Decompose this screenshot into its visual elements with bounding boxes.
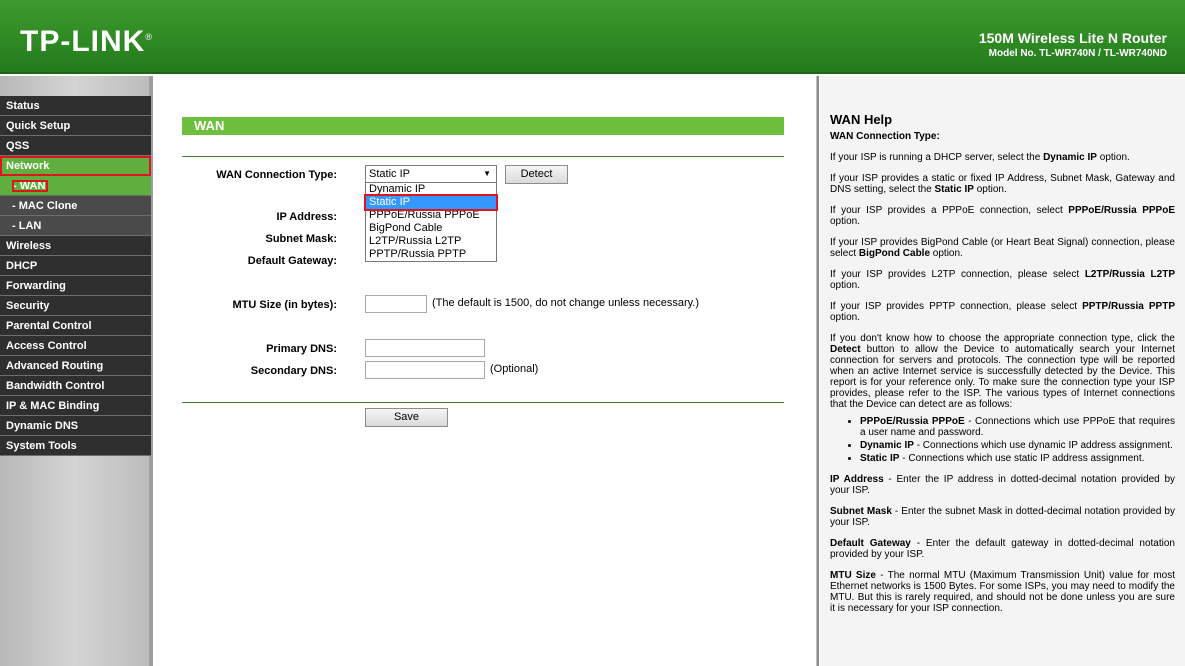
product-info: 150M Wireless Lite N Router Model No. TL… bbox=[979, 30, 1167, 59]
optional-note: (Optional) bbox=[490, 363, 539, 375]
wan-type-dropdown: Dynamic IP Static IP PPPoE/Russia PPPoE … bbox=[364, 182, 498, 262]
help-paragraph: If your ISP is running a DHCP server, se… bbox=[830, 152, 1130, 163]
menu-item-advanced-routing[interactable]: Advanced Routing bbox=[0, 356, 151, 376]
menu-item-wan-label: - WAN bbox=[12, 180, 49, 192]
header-banner: TP-LINK® 150M Wireless Lite N Router Mod… bbox=[0, 0, 1185, 74]
help-panel: WAN Help WAN Connection Type: If your IS… bbox=[820, 76, 1185, 666]
option-dynamic-ip[interactable]: Dynamic IP bbox=[366, 183, 496, 196]
mtu-size-input[interactable] bbox=[365, 295, 427, 313]
help-subtitle: WAN Connection Type: bbox=[830, 131, 940, 142]
primary-dns-input[interactable] bbox=[365, 339, 485, 357]
menu-item-forwarding[interactable]: Forwarding bbox=[0, 276, 151, 296]
ip-address-label: IP Address: bbox=[276, 211, 337, 223]
detect-button[interactable]: Detect bbox=[505, 165, 568, 184]
menu-item-bandwidth-control[interactable]: Bandwidth Control bbox=[0, 376, 151, 396]
subnet-mask-label: Subnet Mask: bbox=[265, 233, 337, 245]
menu-item-wireless[interactable]: Wireless bbox=[0, 236, 151, 256]
help-paragraph: MTU Size - The normal MTU (Maximum Trans… bbox=[830, 570, 1176, 614]
sidebar-menu: Status Quick Setup QSS Network - WAN - M… bbox=[0, 76, 153, 666]
menu-item-dhcp[interactable]: DHCP bbox=[0, 256, 151, 276]
wan-type-label: WAN Connection Type: bbox=[216, 169, 337, 181]
secondary-dns-input[interactable] bbox=[365, 361, 485, 379]
mtu-size-label: MTU Size (in bytes): bbox=[232, 299, 337, 311]
menu-item-status[interactable]: Status bbox=[0, 96, 151, 116]
help-paragraph: If your ISP provides L2TP connection, pl… bbox=[830, 269, 1175, 291]
panel-divider bbox=[816, 76, 819, 666]
help-title: WAN Help bbox=[830, 112, 893, 127]
secondary-dns-label: Secondary DNS: bbox=[250, 365, 337, 377]
menu-item-network[interactable]: Network bbox=[0, 156, 151, 176]
chevron-down-icon: ▼ bbox=[483, 169, 491, 178]
menu-item-quick-setup[interactable]: Quick Setup bbox=[0, 116, 151, 136]
option-pptp[interactable]: PPTP/Russia PPTP bbox=[366, 248, 496, 261]
wan-type-select[interactable]: Static IP ▼ bbox=[365, 165, 497, 183]
help-paragraph: If your ISP provides PPTP connection, pl… bbox=[830, 301, 1175, 323]
help-list-item: PPPoE/Russia PPPoE - Connections which u… bbox=[860, 416, 1175, 438]
divider-bottom bbox=[182, 402, 784, 403]
product-name: 150M Wireless Lite N Router bbox=[978, 30, 1167, 46]
help-paragraph: Subnet Mask - Enter the subnet Mask in d… bbox=[830, 506, 1175, 528]
menu-item-security[interactable]: Security bbox=[0, 296, 151, 316]
help-paragraph: IP Address - Enter the IP address in dot… bbox=[830, 474, 1175, 496]
default-gateway-label: Default Gateway: bbox=[247, 255, 337, 267]
logo-text: TP-LINK bbox=[20, 25, 146, 58]
mtu-note: (The default is 1500, do not change unle… bbox=[432, 297, 700, 309]
tp-link-logo: TP-LINK® bbox=[20, 25, 153, 58]
menu-item-access-control[interactable]: Access Control bbox=[0, 336, 151, 356]
menu-item-dynamic-dns[interactable]: Dynamic DNS bbox=[0, 416, 151, 436]
option-l2tp[interactable]: L2TP/Russia L2TP bbox=[366, 235, 496, 248]
menu-item-wan[interactable]: - WAN bbox=[0, 176, 151, 196]
menu-item-parental-control[interactable]: Parental Control bbox=[0, 316, 151, 336]
help-paragraph: Default Gateway - Enter the default gate… bbox=[830, 538, 1175, 560]
wan-type-value: Static IP bbox=[369, 168, 410, 180]
divider-top bbox=[182, 156, 784, 157]
menu-item-qss[interactable]: QSS bbox=[0, 136, 151, 156]
menu-item-lan[interactable]: - LAN bbox=[0, 216, 151, 236]
help-paragraph: If your ISP provides a static or fixed I… bbox=[830, 173, 1175, 195]
save-button[interactable]: Save bbox=[365, 408, 448, 427]
help-list: PPPoE/Russia PPPoE - Connections which u… bbox=[860, 416, 1175, 464]
help-list-item: Dynamic IP - Connections which use dynam… bbox=[860, 440, 1175, 451]
page-title: WAN bbox=[182, 117, 784, 135]
help-paragraph: If you don't know how to choose the appr… bbox=[830, 333, 1175, 410]
main-panel: WAN WAN Connection Type: Static IP ▼ Det… bbox=[157, 76, 816, 666]
option-bigpond[interactable]: BigPond Cable bbox=[366, 222, 496, 235]
help-list-item: Static IP - Connections which use static… bbox=[860, 453, 1175, 464]
primary-dns-label: Primary DNS: bbox=[266, 343, 337, 355]
menu-item-ip-mac-binding[interactable]: IP & MAC Binding bbox=[0, 396, 151, 416]
help-paragraph: If your ISP provides a PPPoE connection,… bbox=[830, 205, 1175, 227]
menu-item-system-tools[interactable]: System Tools bbox=[0, 436, 151, 456]
option-pppoe[interactable]: PPPoE/Russia PPPoE bbox=[366, 209, 496, 222]
menu-item-mac-clone[interactable]: - MAC Clone bbox=[0, 196, 151, 216]
model-number: Model No. TL-WR740N / TL-WR740ND bbox=[988, 48, 1167, 59]
help-paragraph: If your ISP provides BigPond Cable (or H… bbox=[830, 237, 1175, 259]
option-static-ip[interactable]: Static IP bbox=[364, 194, 498, 211]
